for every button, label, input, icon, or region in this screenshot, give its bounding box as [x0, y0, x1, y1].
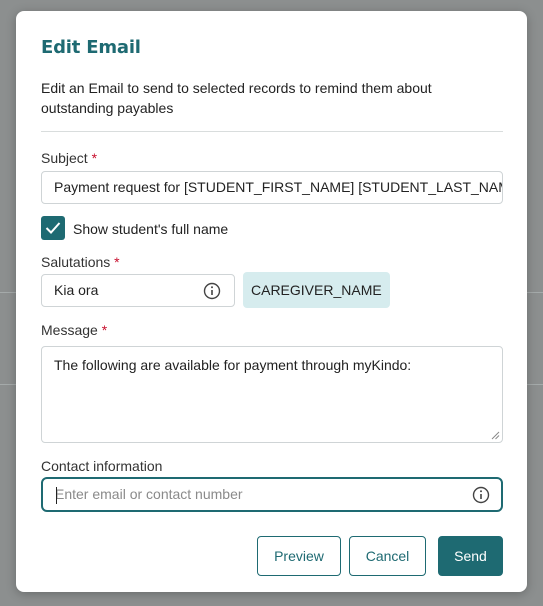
info-icon[interactable]: [203, 282, 221, 300]
divider: [41, 131, 503, 132]
message-label-text: Message: [41, 322, 98, 338]
preview-button[interactable]: Preview: [257, 536, 341, 576]
salutations-label-text: Salutations: [41, 254, 111, 270]
contact-input[interactable]: Enter email or contact number: [41, 477, 503, 512]
required-mark: *: [91, 150, 98, 166]
dialog-title: Edit Email: [41, 37, 141, 58]
message-label: Message *: [41, 322, 107, 338]
message-value: The following are available for payment …: [54, 357, 412, 373]
salutation-value: Kia ora: [54, 282, 99, 298]
resize-handle-icon[interactable]: [491, 431, 500, 440]
message-textarea[interactable]: The following are available for payment …: [41, 346, 503, 443]
salutations-label: Salutations *: [41, 254, 120, 270]
contact-placeholder: Enter email or contact number: [55, 486, 243, 502]
show-full-name-checkbox[interactable]: [41, 216, 65, 240]
send-button[interactable]: Send: [438, 536, 503, 576]
info-icon[interactable]: [472, 486, 490, 504]
show-full-name-label: Show student's full name: [73, 221, 229, 237]
subject-value: Payment request for [STUDENT_FIRST_NAME]…: [54, 179, 503, 195]
subject-label-text: Subject: [41, 150, 88, 166]
subject-input[interactable]: Payment request for [STUDENT_FIRST_NAME]…: [41, 171, 503, 204]
subject-label: Subject *: [41, 150, 97, 166]
required-mark: *: [114, 254, 120, 270]
caregiver-name-token[interactable]: CAREGIVER_NAME: [243, 272, 390, 308]
edit-email-dialog: Edit Email Edit an Email to send to sele…: [16, 11, 527, 592]
text-caret: [56, 487, 57, 504]
contact-label: Contact information: [41, 458, 163, 474]
required-mark: *: [101, 322, 108, 338]
cancel-button[interactable]: Cancel: [349, 536, 426, 576]
dialog-description: Edit an Email to send to selected record…: [41, 80, 432, 116]
checkmark-icon: [45, 222, 61, 234]
